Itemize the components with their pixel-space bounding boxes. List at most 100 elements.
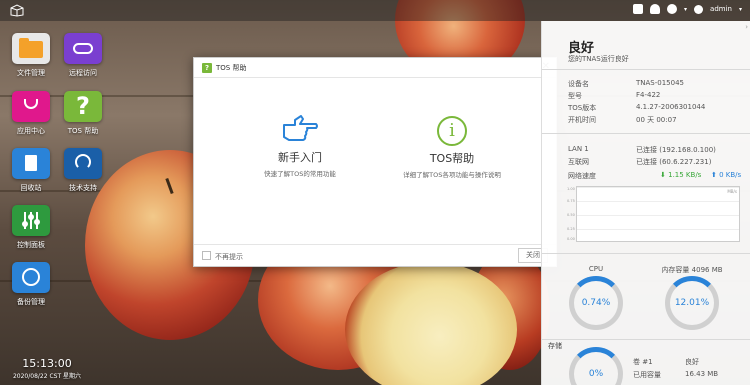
dialog-header: ? TOS 帮助 ✕ — [194, 58, 556, 78]
collapse-icon[interactable]: › — [745, 23, 748, 31]
lan-value: 已连接 (192.168.0.100) — [636, 146, 716, 154]
divider — [542, 253, 750, 254]
desktop-icon-label: TOS 帮助 — [67, 127, 99, 135]
status-subtitle: 您的TNAS运行良好 — [568, 55, 629, 63]
sliders-icon — [12, 205, 50, 236]
grid-line — [577, 201, 739, 202]
notification-bell-icon[interactable] — [650, 4, 661, 14]
download-speed: ⬇ 1.15 KB/s — [660, 171, 701, 179]
clock-time: 15:13:00 — [22, 357, 72, 370]
graph-tick: 1.00 — [567, 187, 575, 191]
top-bar: ▾ admin ▾ — [0, 0, 750, 21]
desktop-icon-tech-support[interactable]: 技术支持 — [57, 148, 109, 193]
network-speed-label: 网络速度 — [568, 172, 596, 180]
tos-version-value: 4.1.27-2006301044 — [636, 103, 706, 111]
tos-help-dialog: ? TOS 帮助 ✕ 新手入门 快速了解TOS的常用功能 i TOS帮助 详细了… — [193, 57, 557, 267]
top-bar-actions: ▾ admin ▾ — [633, 4, 742, 14]
storage-value: 0% — [588, 369, 604, 379]
grid-line — [577, 187, 739, 188]
uptime-value: 00 天 00:07 — [636, 116, 677, 124]
volume-status: 良好 — [685, 358, 699, 366]
tos-help-description: 详细了解TOS各项功能与操作说明 — [403, 171, 501, 179]
internet-value: 已连接 (60.6.227.231) — [636, 158, 712, 166]
storage-label: 存储 — [548, 342, 562, 350]
upload-speed-value: 0 KB/s — [719, 171, 742, 179]
tos-help-title: TOS帮助 — [429, 152, 475, 165]
desktop-icon-label: 回收站 — [20, 184, 42, 192]
cpu-value: 0.74% — [581, 298, 611, 308]
chevron-down-icon[interactable]: ▾ — [739, 6, 742, 13]
question-icon: ? — [64, 91, 102, 122]
network-speed-graph: MB/s 1.00 0.75 0.50 0.25 0.00 — [567, 186, 740, 242]
desktop-icon-control-panel[interactable]: 控制面板 — [5, 205, 57, 250]
arrow-up-icon: ⬆ — [711, 171, 717, 179]
dialog-title: TOS 帮助 — [216, 64, 247, 72]
user-avatar-icon[interactable] — [694, 4, 704, 14]
cpu-label: CPU — [588, 265, 604, 273]
lan-label: LAN 1 — [568, 145, 589, 153]
device-name-label: 设备名 — [568, 80, 589, 88]
tos-help-logo-icon: ? — [202, 63, 212, 73]
cloud-icon — [64, 33, 102, 64]
dialog-footer: 不再提示 关闭 — [194, 244, 556, 266]
chevron-down-icon[interactable]: ▾ — [684, 6, 687, 13]
used-capacity-value: 16.43 MB — [685, 370, 719, 378]
tos-version-label: TOS版本 — [568, 104, 597, 112]
grid-line — [577, 215, 739, 216]
desktop-icon-remote-access[interactable]: 远程访问 — [57, 33, 109, 78]
graph-tick: 0.25 — [567, 227, 575, 231]
download-speed-value: 1.15 KB/s — [668, 171, 702, 179]
memory-value: 12.01% — [674, 298, 710, 308]
desktop-icon-label: 技术支持 — [69, 184, 97, 192]
desktop-icon-label: 控制面板 — [17, 241, 45, 249]
divider — [542, 339, 750, 340]
model-label: 型号 — [568, 92, 582, 100]
graph-tick: 0.50 — [567, 213, 575, 217]
dont-show-again-checkbox[interactable] — [202, 251, 211, 260]
user-name[interactable]: admin — [710, 5, 732, 13]
recycle-bin-icon — [12, 148, 50, 179]
system-status-panel: › 良好 您的TNAS运行良好 设备名 TNAS-015045 型号 F4-42… — [541, 21, 750, 385]
desktop-icon-label: 文件管理 — [17, 69, 45, 77]
graph-tick: 0.75 — [567, 199, 575, 203]
storage-gauge: 0% — [569, 347, 623, 385]
grid-line — [577, 229, 739, 230]
desktop-icon-label: 远程访问 — [69, 69, 97, 77]
used-capacity-label: 已用容量 — [633, 371, 661, 379]
backup-clock-icon — [12, 262, 50, 293]
graph-tick: 0.00 — [567, 237, 575, 241]
beginner-guide-title: 新手入门 — [278, 151, 322, 164]
desktop-icon-tos-help[interactable]: ? TOS 帮助 — [57, 91, 109, 136]
desktop-icon-label: 应用中心 — [17, 127, 45, 135]
desktop-clock: 15:13:00 2020/08/22 CST 星期六 — [8, 357, 86, 380]
divider — [542, 69, 750, 70]
device-name-value: TNAS-015045 — [636, 79, 684, 87]
beginner-guide-description: 快速了解TOS的常用功能 — [264, 170, 336, 178]
message-icon[interactable] — [633, 4, 644, 14]
tos-help-option[interactable]: i TOS帮助 详细了解TOS各项功能与操作说明 — [377, 116, 527, 179]
folder-icon — [12, 33, 50, 64]
help-circle-icon[interactable] — [667, 4, 678, 14]
desktop-icon-recycle-bin[interactable]: 回收站 — [5, 148, 57, 193]
memory-label: 内存容量 4096 MB — [661, 266, 723, 274]
beginner-guide-option[interactable]: 新手入门 快速了解TOS的常用功能 — [225, 113, 375, 178]
desktop-icon-app-center[interactable]: 应用中心 — [5, 91, 57, 136]
volume-label: 卷 #1 — [633, 358, 653, 366]
internet-label: 互联网 — [568, 158, 589, 166]
arrow-down-icon: ⬇ — [660, 171, 666, 179]
desktop-icon-file-manager[interactable]: 文件管理 — [5, 33, 57, 78]
uptime-label: 开机时间 — [568, 116, 596, 124]
pointing-hand-icon — [283, 115, 318, 141]
graph-unit: MB/s — [727, 189, 737, 194]
divider — [542, 133, 750, 134]
info-icon: i — [437, 116, 467, 146]
tos-start-icon[interactable] — [10, 4, 24, 17]
shopping-bag-icon — [12, 91, 50, 122]
model-value: F4-422 — [636, 91, 661, 99]
headset-icon — [64, 148, 102, 179]
upload-speed: ⬆ 0 KB/s — [711, 171, 741, 179]
desktop-icon-backup-manager[interactable]: 备份管理 — [5, 262, 57, 307]
cpu-gauge: 0.74% — [569, 276, 623, 330]
clock-date: 2020/08/22 CST 星期六 — [12, 373, 82, 380]
memory-gauge: 12.01% — [665, 276, 719, 330]
